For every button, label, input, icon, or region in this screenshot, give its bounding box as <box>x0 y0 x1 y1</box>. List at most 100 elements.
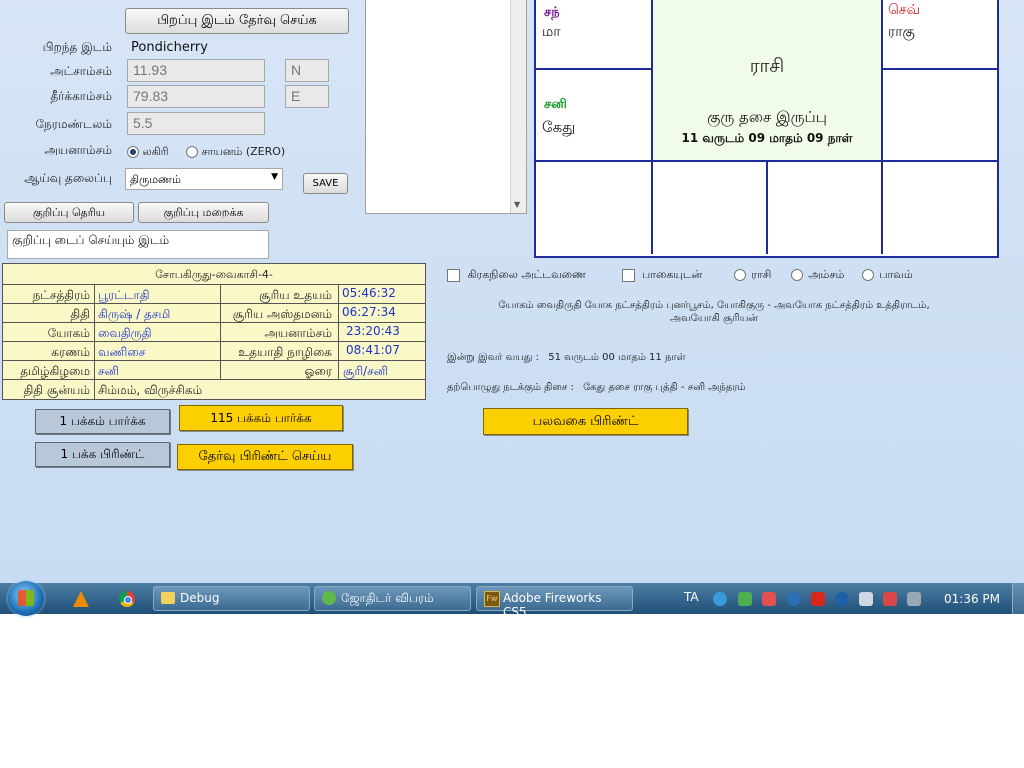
panchangam-table: சோபகிருது-வைகாசி-4- நட்சத்திரம் பூரட்டாத… <box>2 263 426 400</box>
radio-lahiri-label: லகிரி <box>142 145 169 158</box>
radio-sayana-label: சாயனம் (ZERO) <box>201 145 286 158</box>
tithi-value: கிருஷ் / தசமி <box>98 307 171 321</box>
radio-amsam[interactable] <box>790 269 803 281</box>
planet-rahu: ராகு <box>888 24 915 40</box>
tithi-shunya-label: திதி சூன்யம் <box>23 383 90 397</box>
taskbar-item-label: Debug <box>180 591 220 605</box>
tithi-shunya-value: சிம்மம், விருச்சிகம் <box>98 383 203 397</box>
taskbar-item-debug[interactable]: Debug <box>153 586 310 611</box>
sync-icon[interactable] <box>835 592 849 606</box>
longitude-field[interactable]: 79.83 <box>127 85 265 108</box>
planet-table-label: கிரகநிலை அட்டவணை <box>467 268 587 281</box>
planet-ketu: கேது <box>542 118 576 136</box>
view-1-page-button[interactable]: 1 பக்கம் பார்க்க <box>35 409 170 434</box>
longitude-label: தீர்க்காம்சம் <box>50 89 112 103</box>
chrome-icon[interactable] <box>119 591 135 607</box>
radio-rasi[interactable] <box>733 269 746 281</box>
options-row: கிரகநிலை அட்டவணை பாகையுடன் ராசி அம்சம் ப… <box>447 268 913 283</box>
hide-notes-button[interactable]: குறிப்பு மறைக்க <box>138 202 269 223</box>
print-various-button[interactable]: பலவகை பிரிண்ட் <box>483 408 688 435</box>
planet-mandi: மா <box>542 24 561 40</box>
clock[interactable]: 01:36 PM <box>944 592 1000 606</box>
radio-amsam-label: அம்சம் <box>808 268 845 281</box>
taskbar-item-label: ஜோதிடர் விபரம் <box>341 591 434 605</box>
udayadi-value: 08:41:07 <box>346 343 400 357</box>
nakshatra-value: பூரட்டாதி <box>98 288 150 302</box>
folder-icon <box>161 592 175 604</box>
vlc-icon[interactable] <box>73 591 89 607</box>
taskbar: Debug ஜோதிடர் விபரம் Fw Adobe Fireworks … <box>0 581 1024 619</box>
planet-table-checkbox[interactable] <box>447 268 460 282</box>
topic-dropdown[interactable]: திருமணம் ▼ <box>125 168 283 190</box>
longitude-direction-field[interactable]: E <box>285 85 329 108</box>
dasa-balance-title: குரு தசை இருப்பு <box>707 108 827 126</box>
view-115-page-button[interactable]: 115 பக்கம் பார்க்க <box>179 405 343 431</box>
chevron-down-icon: ▼ <box>271 172 278 182</box>
radio-sayana[interactable] <box>186 146 199 158</box>
radio-lahiri[interactable] <box>127 146 139 158</box>
with-aspects-label: பாகையுடன் <box>642 268 703 281</box>
age-info: இன்று இவர் வயது : 51 வருடம் 00 மாதம் 11 … <box>447 352 686 364</box>
fireworks-icon: Fw <box>484 591 500 607</box>
show-desktop-button[interactable] <box>1012 583 1024 614</box>
windows-logo-icon <box>18 590 34 606</box>
sunrise-label: சூரிய உதயம் <box>259 288 332 302</box>
latitude-field[interactable]: 11.93 <box>127 59 265 82</box>
print-selected-button[interactable]: தேர்வு பிரிண்ட் செய்ய <box>177 444 353 470</box>
radio-bhavam[interactable] <box>861 269 874 281</box>
list-scrollbar[interactable]: ▼ <box>510 0 526 213</box>
karanam-label: கரணம் <box>51 345 90 359</box>
power-icon[interactable] <box>907 592 921 606</box>
topic-dropdown-value: திருமணம் <box>130 173 181 186</box>
yogam-label: யோகம் <box>47 326 90 340</box>
yoga-info-line1: யோகம் வைதிருதி யோக நட்சத்திரம் புனர்பூசம… <box>498 300 930 311</box>
taskbar-item-label: Adobe Fireworks CS5... <box>503 591 602 619</box>
globe-icon[interactable] <box>713 592 727 606</box>
sunset-value: 06:27:34 <box>342 305 396 319</box>
ayanamsa-options: லகிரி சாயனம் (ZERO) <box>127 145 285 160</box>
select-place-button[interactable]: பிறப்பு இடம் தேர்வு செய்க <box>125 8 349 34</box>
planet-moon: சந் <box>544 5 560 20</box>
chart-title: ராசி <box>749 55 785 77</box>
age-label: இன்று இவர் வயது : <box>447 352 540 363</box>
antivirus-icon[interactable] <box>811 592 825 606</box>
topic-label: ஆய்வு தலைப்பு <box>24 171 112 185</box>
notes-textarea[interactable]: குறிப்பு டைப் செய்யும் இடம் <box>7 230 269 259</box>
app-icon <box>322 591 336 605</box>
tithi-label: திதி <box>70 307 90 321</box>
tray-app-icon[interactable] <box>738 592 752 606</box>
print-1-page-button[interactable]: 1 பக்க பிரிண்ட் <box>35 442 170 467</box>
taskbar-item-astrologer[interactable]: ஜோதிடர் விபரம் <box>314 586 471 611</box>
dasa-balance-value: 11 வருடம் 09 மாதம் 09 நாள் <box>681 131 853 145</box>
rasi-chart: சந் மா செவ் ராகு சனி கேது ராசி குரு தசை … <box>534 0 999 258</box>
radio-rasi-label: ராசி <box>751 268 772 281</box>
age-value: 51 வருடம் 00 மாதம் 11 நாள் <box>548 352 686 363</box>
table-header: சோபகிருது-வைகாசி-4- <box>155 268 273 281</box>
start-button[interactable] <box>8 581 44 616</box>
network-icon[interactable] <box>883 592 897 606</box>
with-aspects-checkbox[interactable] <box>621 268 635 282</box>
dasa-info: தற்பொழுது நடக்கும் திசை : கேது தசை ராகு … <box>447 382 746 394</box>
list-box[interactable]: ▼ <box>365 0 527 214</box>
tray-tool-icon[interactable] <box>762 592 776 606</box>
app-window: பிறப்பு இடம் தேர்வு செய்க பிறந்த இடம் Po… <box>0 0 1024 583</box>
latitude-direction-field[interactable]: N <box>285 59 329 82</box>
birth-place-value: Pondicherry <box>131 40 208 55</box>
scroll-down-icon[interactable]: ▼ <box>514 200 520 209</box>
taskbar-item-fireworks[interactable]: Fw Adobe Fireworks CS5... <box>476 586 633 619</box>
volume-icon[interactable] <box>859 592 873 606</box>
ayanamsa-row-label: அயனாம்சம் <box>264 326 333 340</box>
timezone-field[interactable]: 5.5 <box>127 112 265 135</box>
sunrise-value: 05:46:32 <box>342 286 396 300</box>
bluetooth-icon[interactable] <box>787 592 801 606</box>
radio-bhavam-label: பாவம் <box>879 268 913 281</box>
yogam-value: வைதிருதி <box>98 326 152 340</box>
yoga-info-line2: அவயோகி சூரியன் <box>670 313 758 324</box>
sunset-label: சூரிய அஸ்தமனம் <box>232 307 332 321</box>
show-notes-button[interactable]: குறிப்பு தெரிய <box>4 202 134 223</box>
nakshatra-label: நட்சத்திரம் <box>32 288 90 302</box>
latitude-label: அட்சாம்சம் <box>50 64 112 78</box>
save-button[interactable]: SAVE <box>303 173 348 194</box>
weekday-label: தமிழ்கிழமை <box>20 364 90 378</box>
language-indicator[interactable]: TA <box>684 590 699 604</box>
